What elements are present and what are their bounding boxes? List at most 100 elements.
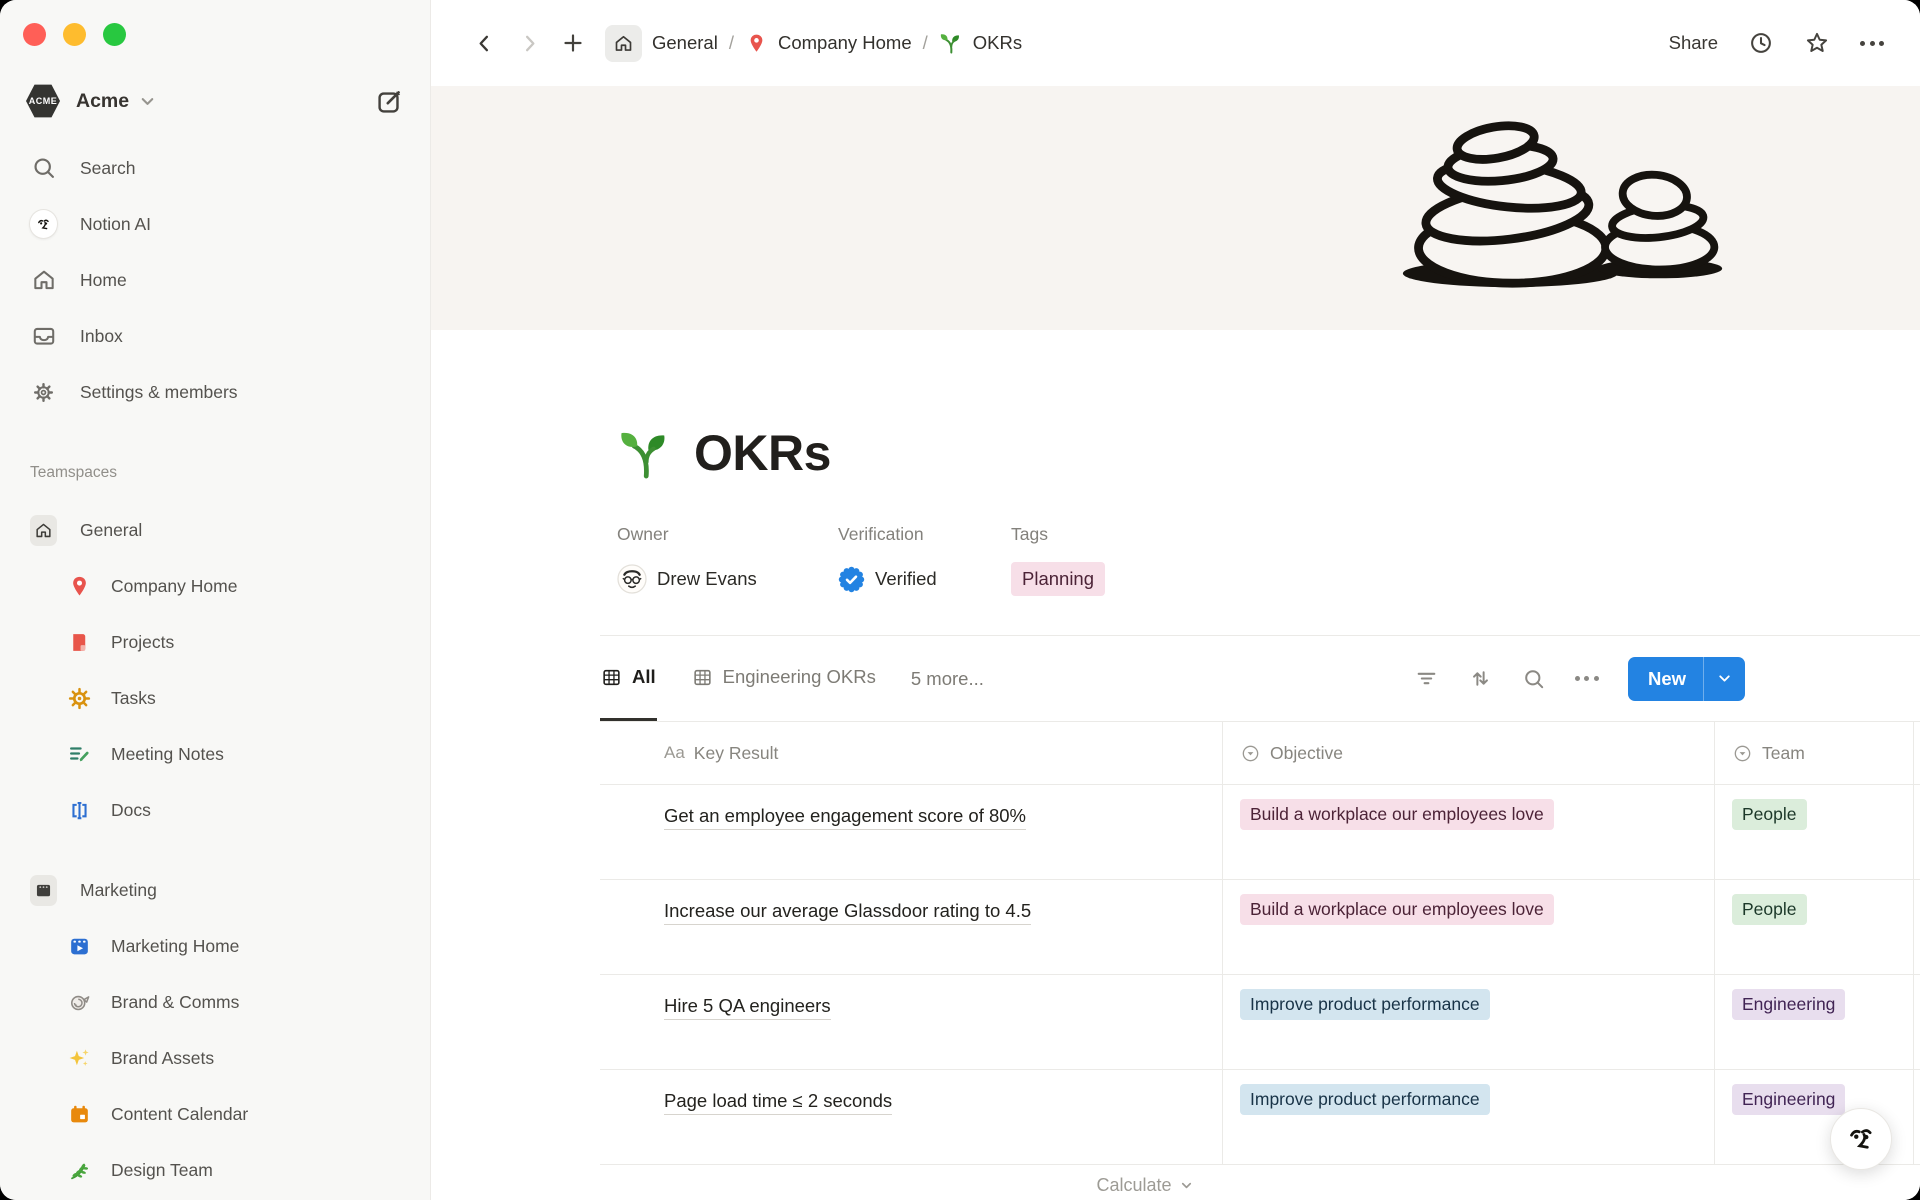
team-badge[interactable]: Engineering	[1732, 1084, 1845, 1115]
sidebar-item-design-team[interactable]: Design Team	[0, 1142, 430, 1198]
page-properties: Owner Drew Evans Verification Verified T…	[617, 524, 1920, 598]
back-button[interactable]	[473, 32, 496, 55]
teamspaces-section-label: Teamspaces	[0, 464, 430, 488]
new-button[interactable]: New	[1628, 657, 1745, 701]
sidebar-item-label: Notion AI	[80, 214, 151, 235]
sidebar-item-label: Projects	[111, 632, 174, 653]
sidebar-item-settings[interactable]: Settings & members	[0, 364, 430, 420]
sidebar-item-tasks[interactable]: Tasks	[0, 670, 430, 726]
notion-ai-button[interactable]	[1830, 1108, 1892, 1170]
sidebar-item-meeting-notes[interactable]: Meeting Notes	[0, 726, 430, 782]
table-row: Get an employee engagement score of 80% …	[600, 785, 1920, 880]
breadcrumb-okrs[interactable]: OKRs	[939, 31, 1022, 55]
search-icon[interactable]	[1522, 667, 1546, 691]
objective-badge[interactable]: Improve product performance	[1240, 989, 1490, 1020]
team-badge[interactable]: People	[1732, 799, 1807, 830]
map-pin-icon	[66, 574, 93, 599]
sidebar-item-label: Meeting Notes	[111, 744, 224, 765]
sidebar-item-label: Inbox	[80, 326, 123, 347]
share-button[interactable]: Share	[1669, 32, 1718, 54]
team-badge[interactable]: People	[1732, 894, 1807, 925]
tag-planning[interactable]: Planning	[1011, 562, 1105, 596]
sidebar-item-inbox[interactable]: Inbox	[0, 308, 430, 364]
notion-ai-icon	[1840, 1118, 1882, 1160]
property-label: Verification	[838, 524, 1011, 545]
objective-badge[interactable]: Improve product performance	[1240, 1084, 1490, 1115]
okr-database-view: All Engineering OKRs 5 more... New	[600, 635, 1920, 1200]
close-window-button[interactable]	[23, 23, 46, 46]
notion-ai-icon	[30, 210, 57, 238]
table-icon	[601, 667, 622, 688]
chevron-down-icon	[1179, 1178, 1194, 1193]
objective-badge[interactable]: Build a workplace our employees love	[1240, 894, 1554, 925]
verified-badge-icon	[838, 566, 865, 593]
topbar-actions: Share	[1669, 30, 1884, 56]
sort-icon[interactable]	[1468, 666, 1493, 691]
sidebar-item-brand-comms[interactable]: Brand & Comms	[0, 974, 430, 1030]
property-verification-value[interactable]: Verified	[838, 560, 1011, 598]
chevron-down-icon[interactable]	[1704, 657, 1745, 701]
favorite-star-icon[interactable]	[1804, 30, 1830, 56]
sidebar-item-docs[interactable]: Docs	[0, 782, 430, 838]
workspace-switcher[interactable]: ACME Acme	[0, 78, 430, 124]
row-title[interactable]: Increase our average Glassdoor rating to…	[664, 900, 1031, 925]
property-owner-value[interactable]: Drew Evans	[617, 560, 838, 598]
zoom-window-button[interactable]	[103, 23, 126, 46]
column-header-team[interactable]: Team	[1715, 722, 1914, 784]
breadcrumb-general[interactable]: General	[605, 25, 718, 62]
sidebar-item-company-home[interactable]: Company Home	[0, 558, 430, 614]
calendar-icon	[66, 1102, 93, 1127]
home-icon	[30, 515, 57, 546]
sidebar-item-content-calendar[interactable]: Content Calendar	[0, 1086, 430, 1142]
sidebar-item-marketing-home[interactable]: Marketing Home	[0, 918, 430, 974]
map-pin-icon	[745, 32, 768, 55]
tab-all[interactable]: All	[600, 636, 657, 721]
sidebar: ACME Acme Search Notion AI Home Inbox	[0, 0, 431, 1200]
sidebar-item-general[interactable]: General	[0, 502, 430, 558]
view-options-icon[interactable]	[1575, 676, 1599, 681]
inbox-icon	[30, 323, 57, 349]
sidebar-item-brand-assets[interactable]: Brand Assets	[0, 1030, 430, 1086]
sidebar-item-projects[interactable]: Projects	[0, 614, 430, 670]
more-options-icon[interactable]	[1860, 41, 1884, 46]
select-property-icon	[1240, 743, 1261, 764]
notion-window: ACME Acme Search Notion AI Home Inbox	[0, 0, 1920, 1200]
objective-badge[interactable]: Build a workplace our employees love	[1240, 799, 1554, 830]
traffic-lights	[0, 0, 430, 46]
ship-wheel-icon	[66, 686, 93, 711]
history-clock-icon[interactable]	[1748, 30, 1774, 56]
sidebar-item-home[interactable]: Home	[0, 252, 430, 308]
sparkles-icon	[66, 1046, 93, 1071]
column-header-key-result[interactable]: Aa Key Result	[600, 722, 1223, 784]
new-page-icon[interactable]	[561, 31, 585, 55]
workspace-name: Acme	[76, 90, 129, 113]
sidebar-item-label: Tasks	[111, 688, 156, 709]
breadcrumb-company-home[interactable]: Company Home	[745, 32, 912, 55]
row-title[interactable]: Get an employee engagement score of 80%	[664, 805, 1026, 830]
page-cover[interactable]	[431, 86, 1920, 330]
tab-more-views[interactable]: 5 more...	[911, 636, 984, 721]
forward-button[interactable]	[518, 32, 541, 55]
sidebar-item-search[interactable]: Search	[0, 140, 430, 196]
sidebar-item-label: Brand Assets	[111, 1048, 214, 1069]
sidebar-item-marketing[interactable]: Marketing	[0, 862, 430, 918]
row-title[interactable]: Page load time ≤ 2 seconds	[664, 1090, 892, 1115]
sidebar-item-label: General	[80, 520, 142, 541]
page-header: OKRs Owner Drew Evans Verification Verif…	[431, 424, 1920, 598]
property-verification: Verification Verified	[838, 524, 1011, 598]
table-row: Increase our average Glassdoor rating to…	[600, 880, 1920, 975]
search-icon	[30, 155, 57, 181]
tab-engineering-okrs[interactable]: Engineering OKRs	[691, 636, 877, 721]
page-title[interactable]: OKRs	[694, 424, 831, 482]
property-label: Owner	[617, 524, 838, 545]
minimize-window-button[interactable]	[63, 23, 86, 46]
calculate-dropdown[interactable]: Calculate	[485, 1165, 1805, 1200]
page-icon-seedling[interactable]	[617, 425, 674, 482]
compose-icon[interactable]	[375, 87, 404, 116]
filter-icon[interactable]	[1414, 666, 1439, 691]
property-label: Tags	[1011, 524, 1105, 545]
row-title[interactable]: Hire 5 QA engineers	[664, 995, 831, 1020]
team-badge[interactable]: Engineering	[1732, 989, 1845, 1020]
column-header-objective[interactable]: Objective	[1223, 722, 1715, 784]
sidebar-item-notion-ai[interactable]: Notion AI	[0, 196, 430, 252]
